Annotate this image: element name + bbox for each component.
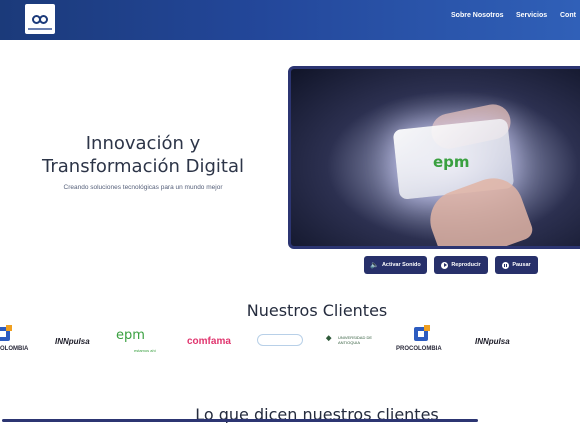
speaker-icon: 🔈: [370, 261, 379, 269]
client-logo-unidentified: [257, 334, 303, 346]
pause-button[interactable]: Pausar: [495, 256, 538, 274]
hero-title-line2: Transformación Digital: [42, 156, 244, 177]
video-epm-brand: epm: [433, 153, 470, 171]
client-logo-comfama: comfama: [187, 336, 231, 347]
procolombia-logo-icon: [414, 325, 430, 341]
procolombia-logo-icon: [0, 325, 12, 341]
hero-title-line1: Innovación y: [85, 133, 201, 154]
nav-contact[interactable]: Cont: [560, 12, 576, 19]
pause-label: Pausar: [512, 262, 531, 268]
company-logo[interactable]: [25, 4, 55, 34]
pause-icon: [502, 261, 510, 269]
nav-about[interactable]: Sobre Nosotros: [451, 12, 504, 19]
hero-subtitle: Creando soluciones tecnológicas para un …: [63, 184, 223, 191]
client-logo-procolombia-cut: OLOMBIA: [0, 346, 29, 352]
activate-sound-button[interactable]: 🔈 Activar Sonido: [364, 256, 427, 274]
client-logo-innpulsa: INNpulsa: [55, 337, 90, 346]
play-label: Reproducir: [451, 262, 481, 268]
client-logo-procolombia: PROCOLOMBIA: [396, 346, 442, 352]
client-logo-epm-tagline: estamos ahí: [134, 348, 156, 353]
horizontal-scrollbar[interactable]: [2, 419, 478, 422]
play-button[interactable]: Reproducir: [434, 256, 488, 274]
client-logo-udea: UNIVERSIDAD DE ANTIOQUIA: [338, 335, 373, 345]
activate-sound-label: Activar Sonido: [381, 262, 421, 268]
hero-video[interactable]: epm: [288, 66, 580, 249]
top-header: Sobre Nosotros Servicios Cont: [0, 0, 580, 40]
clients-title: Nuestros Clientes: [246, 301, 388, 320]
nav-services[interactable]: Servicios: [516, 12, 547, 19]
client-logo-udea-seal-icon: ◆: [326, 335, 332, 342]
client-logo-epm: epm: [116, 328, 145, 343]
play-icon: [441, 261, 449, 269]
client-logo-innpulsa: INNpulsa: [475, 337, 510, 346]
